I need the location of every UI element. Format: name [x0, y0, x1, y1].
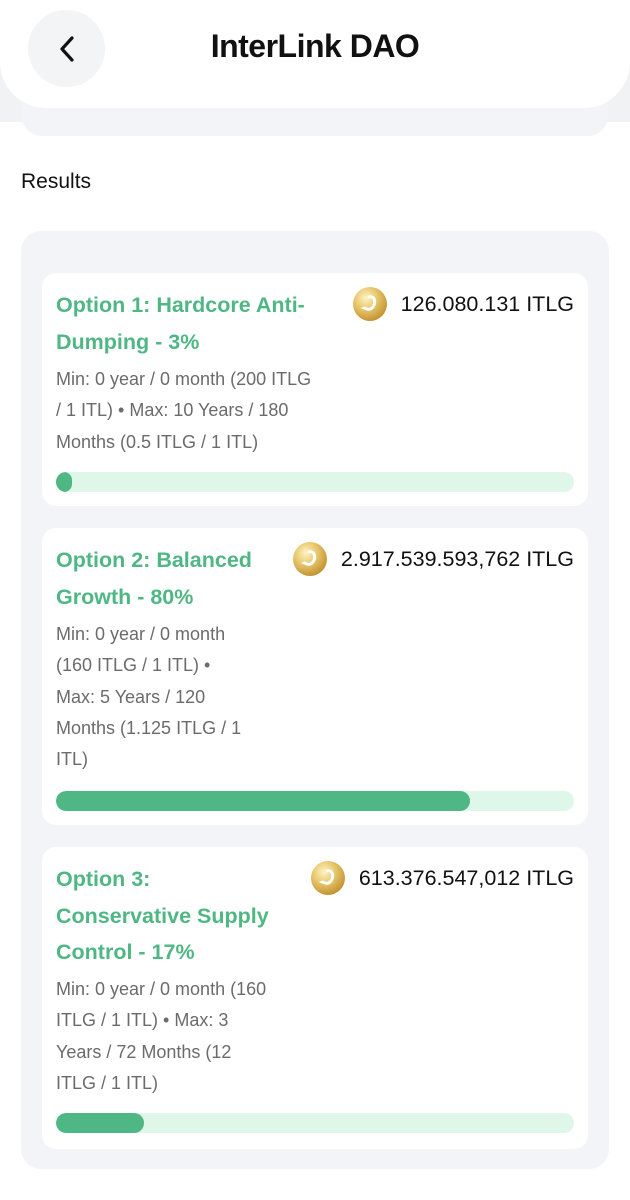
option-desc-line: Min: 0 year / 0 month (200 ITLG [56, 369, 312, 389]
option-desc-line: (160 ITLG / 1 ITL) • [56, 655, 211, 676]
itlg-coin-icon [292, 542, 327, 576]
option-desc-line: Min: 0 year / 0 month (160 [56, 979, 267, 999]
option-title-line: Option 3: [56, 867, 151, 891]
option-title-line: Control - 17% [56, 940, 195, 964]
option-vote-amount: 613.376.547,012 ITLG [310, 861, 574, 895]
option-card-3: Option 3: Conservative Supply Control - … [42, 847, 588, 1149]
option-desc-line: ITLG / 1 ITL) [56, 1072, 159, 1093]
option-desc-line: / 1 ITL) • Max: 10 Years / 180 [56, 400, 289, 421]
app-header: InterLink DAO [0, 0, 630, 108]
option-desc-line: Min: 0 year / 0 month [56, 624, 226, 644]
option-description: Min: 0 year / 0 month (200 ITLG / 1 ITL)… [56, 364, 311, 458]
option-desc-line: Years / 72 Months (12 [56, 1041, 232, 1062]
option-description: Min: 0 year / 0 month (160 ITLG / 1 ITL)… [56, 974, 266, 1099]
option-desc-line: Max: 5 Years / 120 [56, 686, 206, 707]
option-card-1: Option 1: Hardcore Anti- Dumping - 3% 12… [42, 273, 588, 506]
results-heading: Results [21, 170, 92, 193]
option-progress-fill [56, 1113, 145, 1133]
page-title: InterLink DAO [210, 28, 420, 64]
option-title-line: Growth - 80% [56, 584, 194, 609]
option-desc-line: ITL) [56, 749, 89, 770]
option-vote-amount: 126.080.131 ITLG [352, 287, 574, 321]
option-title: Option 3: Conservative Supply Control - … [56, 861, 269, 971]
itlg-coin-icon [352, 287, 387, 321]
option-progress-fill [56, 472, 72, 492]
option-progress-fill [56, 791, 471, 811]
results-panel: Option 1: Hardcore Anti- Dumping - 3% 12… [21, 231, 609, 1169]
option-amount-value: 126.080.131 ITLG [400, 291, 574, 316]
option-title-line: Dumping - 3% [56, 329, 200, 354]
option-desc-line: ITLG / 1 ITL) • Max: 3 [56, 1010, 229, 1031]
option-title-line: Conservative Supply [56, 903, 269, 928]
option-progress-bar [56, 1113, 574, 1133]
option-title-line: Option 2: Balanced [56, 548, 252, 572]
option-progress-bar [56, 472, 574, 492]
dao-results-screen: InterLink DAO Results Option 1: Hardcore… [0, 0, 630, 1200]
itlg-coin-icon [310, 861, 345, 895]
option-amount-value: 613.376.547,012 ITLG [358, 865, 574, 890]
option-amount-value: 2.917.539.593,762 ITLG [340, 546, 574, 571]
option-progress-bar [56, 791, 574, 811]
option-vote-amount: 2.917.539.593,762 ITLG [292, 542, 574, 576]
option-desc-line: Months (1.125 ITLG / 1 [56, 717, 242, 738]
option-desc-line: Months (0.5 ITLG / 1 ITL) [56, 431, 259, 452]
option-title: Option 2: Balanced Growth - 80% [56, 542, 252, 615]
option-card-2: Option 2: Balanced Growth - 80% 2.917.53… [42, 528, 588, 825]
option-title: Option 1: Hardcore Anti- Dumping - 3% [56, 287, 305, 360]
option-title-line: Option 1: Hardcore Anti- [56, 293, 305, 317]
option-description: Min: 0 year / 0 month (160 ITLG / 1 ITL)… [56, 619, 241, 775]
